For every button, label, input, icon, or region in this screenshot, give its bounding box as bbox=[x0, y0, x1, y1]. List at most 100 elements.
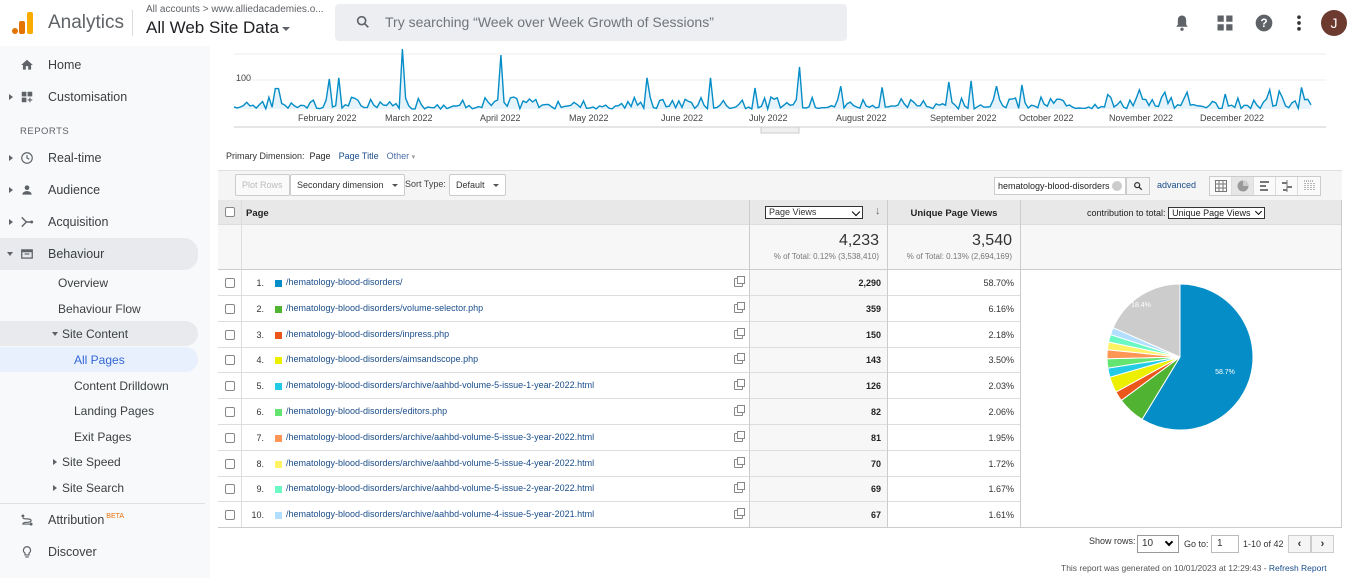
metric-select[interactable]: Page Views bbox=[765, 206, 863, 219]
next-page-button[interactable]: › bbox=[1311, 535, 1334, 553]
search-input[interactable] bbox=[385, 12, 825, 32]
analytics-logo-icon[interactable] bbox=[10, 10, 36, 34]
open-page-icon[interactable] bbox=[734, 430, 745, 442]
refresh-report-link[interactable]: Refresh Report bbox=[1269, 563, 1327, 573]
contribution-select[interactable]: Unique Page Views bbox=[1168, 207, 1266, 219]
sort-descending-icon[interactable]: ↓ bbox=[875, 205, 881, 217]
table-view-button[interactable] bbox=[1210, 177, 1232, 195]
page-link[interactable]: /hematology-blood-disorders/ bbox=[286, 277, 403, 287]
page-link[interactable]: /hematology-blood-disorders/archive/aahb… bbox=[286, 380, 594, 390]
secondary-dimension-dropdown[interactable]: Secondary dimension bbox=[290, 174, 405, 196]
open-page-icon[interactable] bbox=[734, 301, 745, 313]
open-page-icon[interactable] bbox=[734, 327, 745, 339]
column-header-unique-page-views[interactable]: Unique Page Views bbox=[887, 208, 1021, 219]
row-checkbox[interactable] bbox=[225, 432, 235, 443]
sidebar-item-landing-pages[interactable]: Landing Pages bbox=[0, 397, 198, 425]
goto-page-input[interactable]: 1 bbox=[1211, 535, 1239, 553]
view-selector[interactable]: All Web Site Data bbox=[146, 18, 290, 38]
row-checkbox[interactable] bbox=[225, 510, 235, 521]
sidebar-divider bbox=[0, 503, 205, 504]
legend-swatch bbox=[275, 434, 282, 442]
apps-grid-icon[interactable] bbox=[1215, 13, 1235, 33]
chart-collapse-handle[interactable] bbox=[760, 126, 800, 134]
open-page-icon[interactable] bbox=[734, 405, 745, 416]
sidebar-item-exit-pages[interactable]: Exit Pages bbox=[0, 423, 198, 451]
row-checkbox[interactable] bbox=[225, 355, 235, 366]
page-range: 1-10 of 42 bbox=[1243, 539, 1284, 549]
page-link[interactable]: /hematology-blood-disorders/editors.php bbox=[286, 406, 447, 416]
open-page-icon[interactable] bbox=[734, 456, 745, 468]
pie-data-label: 18.4% bbox=[1131, 302, 1151, 309]
sidebar-item-label: Attribution bbox=[48, 513, 105, 527]
plot-rows-button[interactable]: Plot Rows bbox=[235, 174, 290, 196]
column-header-page[interactable]: Page bbox=[246, 208, 269, 219]
sidebar-item-behaviour-flow[interactable]: Behaviour Flow bbox=[0, 295, 198, 323]
sidebar-item-site-search[interactable]: Site Search bbox=[0, 474, 198, 502]
page-link[interactable]: /hematology-blood-disorders/inpress.php bbox=[286, 329, 449, 339]
percentage-view-button[interactable] bbox=[1232, 177, 1254, 195]
sidebar-item-acquisition[interactable]: Acquisition bbox=[0, 208, 198, 236]
sidebar-item-home[interactable]: Home bbox=[0, 51, 198, 79]
row-checkbox[interactable] bbox=[225, 278, 235, 288]
open-page-icon[interactable] bbox=[734, 276, 745, 287]
x-tick-label: June 2022 bbox=[661, 113, 703, 123]
show-rows-select[interactable]: 10 bbox=[1137, 535, 1179, 553]
contribution-select-value: Unique Page Views bbox=[1172, 208, 1251, 218]
sidebar-item-attribution[interactable]: Attribution BETA bbox=[0, 506, 198, 534]
avatar[interactable]: J bbox=[1321, 10, 1347, 36]
row-checkbox[interactable] bbox=[225, 407, 235, 417]
bar-chart-icon bbox=[1260, 181, 1269, 191]
open-page-icon[interactable] bbox=[734, 353, 745, 365]
generated-timestamp: This report was generated on 10/01/2023 … bbox=[1061, 563, 1269, 573]
table-filter-input[interactable]: hematology-blood-disorders bbox=[994, 177, 1126, 195]
pivot-icon bbox=[1304, 180, 1315, 191]
sort-type-value: Default bbox=[456, 180, 485, 190]
search-bar[interactable] bbox=[335, 4, 847, 41]
more-vert-icon[interactable] bbox=[1289, 13, 1309, 33]
sidebar-item-discover[interactable]: Discover bbox=[0, 538, 198, 566]
pivot-view-button[interactable] bbox=[1298, 177, 1320, 195]
page-link[interactable]: /hematology-blood-disorders/archive/aahb… bbox=[286, 483, 594, 493]
row-checkbox[interactable] bbox=[225, 484, 235, 495]
advanced-filter-link[interactable]: advanced bbox=[1157, 180, 1196, 190]
open-page-icon[interactable] bbox=[734, 482, 745, 494]
page-link[interactable]: /hematology-blood-disorders/aimsandscope… bbox=[286, 354, 478, 364]
sidebar-item-site-content[interactable]: Site Content bbox=[0, 321, 198, 346]
page-link[interactable]: /hematology-blood-disorders/volume-selec… bbox=[286, 303, 483, 313]
account-breadcrumb[interactable]: All accounts > www.alliedacademies.o... bbox=[146, 4, 324, 15]
bell-icon[interactable] bbox=[1172, 13, 1192, 33]
row-checkbox[interactable] bbox=[225, 458, 235, 469]
unique-percent-value: 1.67% bbox=[988, 484, 1014, 495]
sidebar-item-all-pages[interactable]: All Pages bbox=[0, 347, 198, 372]
reports-heading: REPORTS bbox=[20, 126, 70, 137]
sidebar-item-site-speed[interactable]: Site Speed bbox=[0, 448, 198, 476]
dropdown-arrow-icon: ▾ bbox=[411, 154, 416, 161]
row-checkbox[interactable] bbox=[225, 381, 235, 392]
sidebar-item-customisation[interactable]: Customisation bbox=[0, 83, 198, 111]
performance-view-button[interactable] bbox=[1254, 177, 1276, 195]
sidebar-item-audience[interactable]: Audience bbox=[0, 176, 198, 204]
select-all-checkbox[interactable] bbox=[225, 207, 235, 217]
sort-type-dropdown[interactable]: Default bbox=[449, 174, 506, 196]
page-link[interactable]: /hematology-blood-disorders/archive/aahb… bbox=[286, 432, 594, 442]
sidebar-item-overview[interactable]: Overview bbox=[0, 269, 198, 297]
clear-filter-icon[interactable] bbox=[1112, 181, 1122, 191]
page-link[interactable]: /hematology-blood-disorders/archive/aahb… bbox=[286, 458, 594, 468]
primary-dimension-other[interactable]: Other ▾ bbox=[387, 151, 416, 161]
unique-percent-value: 1.72% bbox=[988, 458, 1014, 469]
filter-search-button[interactable] bbox=[1126, 177, 1150, 195]
row-checkbox[interactable] bbox=[225, 329, 235, 340]
open-page-icon[interactable] bbox=[734, 379, 745, 391]
help-icon[interactable]: ? bbox=[1254, 13, 1274, 33]
primary-dimension-page-title[interactable]: Page Title bbox=[339, 151, 379, 161]
sidebar-item-realtime[interactable]: Real-time bbox=[0, 144, 198, 172]
page-link[interactable]: /hematology-blood-disorders/archive/aahb… bbox=[286, 509, 594, 519]
prev-page-button[interactable]: ‹ bbox=[1288, 535, 1311, 553]
comparison-view-button[interactable] bbox=[1276, 177, 1298, 195]
sidebar-item-behaviour[interactable]: Behaviour bbox=[0, 238, 198, 270]
row-checkbox[interactable] bbox=[225, 303, 235, 314]
open-page-icon[interactable] bbox=[734, 508, 745, 520]
table-row: 4. /hematology-blood-disorders/aimsandsco… bbox=[218, 347, 1020, 374]
sidebar-item-content-drilldown[interactable]: Content Drilldown bbox=[0, 372, 198, 400]
row-number: 10. bbox=[251, 510, 264, 521]
